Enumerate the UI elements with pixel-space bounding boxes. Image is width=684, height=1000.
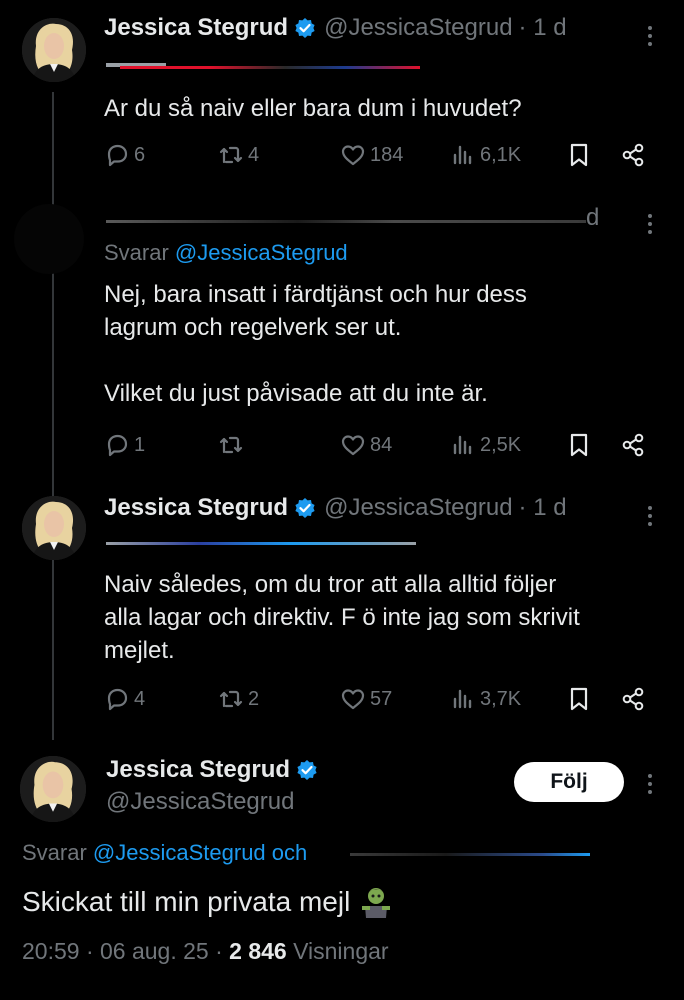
views-icon <box>453 435 472 455</box>
views-icon <box>453 689 472 709</box>
replying-prefix: Svarar <box>104 240 169 265</box>
views-button[interactable]: 6,1K <box>450 142 521 168</box>
tweet-header: Jessica Stegrud @JessicaStegrud · 1 d <box>104 494 567 522</box>
main-author: Jessica Stegrud <box>106 756 326 784</box>
bookmark-icon <box>570 687 588 711</box>
main-avatar[interactable] <box>20 756 86 822</box>
replying-prefix: Svarar <box>22 840 87 865</box>
author-name[interactable]: Jessica Stegrud <box>104 494 288 522</box>
main-replying-to: Svarar @JessicaStegrud och <box>22 840 307 866</box>
redaction <box>120 66 420 69</box>
share-icon <box>622 433 644 457</box>
repost-button[interactable] <box>218 432 248 458</box>
tweet-time[interactable]: · 1 d <box>519 14 567 42</box>
tweet[interactable]: Jessica Stegrud @JessicaStegrud · 1 d Na… <box>0 480 684 730</box>
reply-icon <box>107 434 128 457</box>
like-icon <box>341 145 365 166</box>
reply-count: 4 <box>134 687 146 710</box>
views-icon <box>453 145 472 165</box>
repost-icon <box>219 146 243 164</box>
views-label: Visningar <box>286 938 389 964</box>
main-meta: 20:59 · 06 aug. 25 · 2 846 Visningar <box>22 938 389 965</box>
reply-button[interactable]: 4 <box>104 686 145 712</box>
reply-icon <box>107 688 128 711</box>
repost-icon <box>219 690 243 708</box>
author-name[interactable]: Jessica Stegrud <box>104 14 288 42</box>
author-handle[interactable]: @JessicaStegrud <box>324 14 512 42</box>
more-icon[interactable] <box>648 22 656 50</box>
repost-icon <box>219 436 243 454</box>
verified-badge-icon <box>295 498 315 518</box>
views-button[interactable]: 3,7K <box>450 686 521 712</box>
reply-button[interactable]: 1 <box>104 432 145 458</box>
reply-count: 1 <box>134 433 146 456</box>
views-button[interactable]: 2,5K <box>450 432 521 458</box>
like-button[interactable]: 184 <box>340 142 403 168</box>
repost-count: 2 <box>248 687 260 710</box>
views-count: 2,5K <box>480 433 522 456</box>
share-button[interactable] <box>620 432 650 458</box>
share-button[interactable] <box>620 686 650 712</box>
tweet[interactable]: d Svarar @JessicaStegrud Nej, bara insat… <box>0 190 684 480</box>
bookmark-icon <box>570 143 588 167</box>
views-count: 2 846 <box>229 938 287 964</box>
replying-to: Svarar @JessicaStegrud <box>104 240 348 266</box>
timestamp[interactable]: 20:59 · 06 aug. 25 · <box>22 938 229 964</box>
replying-handle[interactable]: @JessicaStegrud och <box>93 840 307 865</box>
author-handle[interactable]: @JessicaStegrud <box>324 494 512 522</box>
zombie-emoji-icon <box>362 888 391 918</box>
tweet-time[interactable]: d <box>586 204 599 232</box>
repost-count: 4 <box>248 143 260 166</box>
more-icon[interactable] <box>648 770 656 798</box>
like-button[interactable]: 84 <box>340 432 392 458</box>
follow-button[interactable]: Följ <box>514 762 624 802</box>
share-icon <box>622 143 644 167</box>
tweet-text: Naiv således, om du tror att alla alltid… <box>104 571 580 664</box>
main-author-handle[interactable]: @JessicaStegrud <box>106 788 294 816</box>
replying-handle[interactable]: @JessicaStegrud <box>175 240 348 265</box>
bookmark-button[interactable] <box>566 142 596 168</box>
like-count: 84 <box>370 433 393 456</box>
tweet-time[interactable]: · 1 d <box>519 494 567 522</box>
main-text: Skickat till min privata mejl <box>22 886 351 917</box>
like-button[interactable]: 57 <box>340 686 392 712</box>
avatar[interactable] <box>22 496 86 560</box>
like-icon <box>341 435 365 456</box>
tweet[interactable]: Jessica Stegrud @JessicaStegrud · 1 d Ar… <box>0 0 684 190</box>
tweet-actions: 4 2 57 3,7K <box>104 686 654 716</box>
reply-icon <box>107 144 128 167</box>
share-icon <box>622 687 644 711</box>
views-count: 6,1K <box>480 143 522 166</box>
reply-count: 6 <box>134 143 146 166</box>
tweet-header: Jessica Stegrud @JessicaStegrud · 1 d <box>104 14 567 42</box>
like-icon <box>341 689 365 710</box>
like-count: 57 <box>370 687 393 710</box>
bookmark-button[interactable] <box>566 432 596 458</box>
redaction <box>106 542 416 545</box>
verified-badge-icon <box>295 18 315 38</box>
repost-button[interactable]: 4 <box>218 142 259 168</box>
avatar[interactable] <box>22 18 86 82</box>
share-button[interactable] <box>620 142 650 168</box>
verified-badge-icon <box>297 760 317 780</box>
redaction <box>350 853 590 856</box>
repost-button[interactable]: 2 <box>218 686 259 712</box>
avatar[interactable] <box>14 204 84 274</box>
more-icon[interactable] <box>648 210 656 238</box>
tweet-actions: 6 4 184 6,1K <box>104 142 654 172</box>
main-tweet-text: Skickat till min privata mejl <box>22 884 394 920</box>
tweet-text: Ar du så naiv eller bara dum i huvudet? <box>104 95 522 122</box>
views-count: 3,7K <box>480 687 522 710</box>
main-author-name[interactable]: Jessica Stegrud <box>106 756 290 784</box>
redaction <box>106 220 586 223</box>
reply-button[interactable]: 6 <box>104 142 145 168</box>
bookmark-button[interactable] <box>566 686 596 712</box>
tweet-actions: 1 84 2,5K <box>104 432 654 462</box>
tweet-text: Nej, bara insatt i färdtjänst och hur de… <box>104 281 527 407</box>
like-count: 184 <box>370 143 404 166</box>
bookmark-icon <box>570 433 588 457</box>
more-icon[interactable] <box>648 502 656 530</box>
